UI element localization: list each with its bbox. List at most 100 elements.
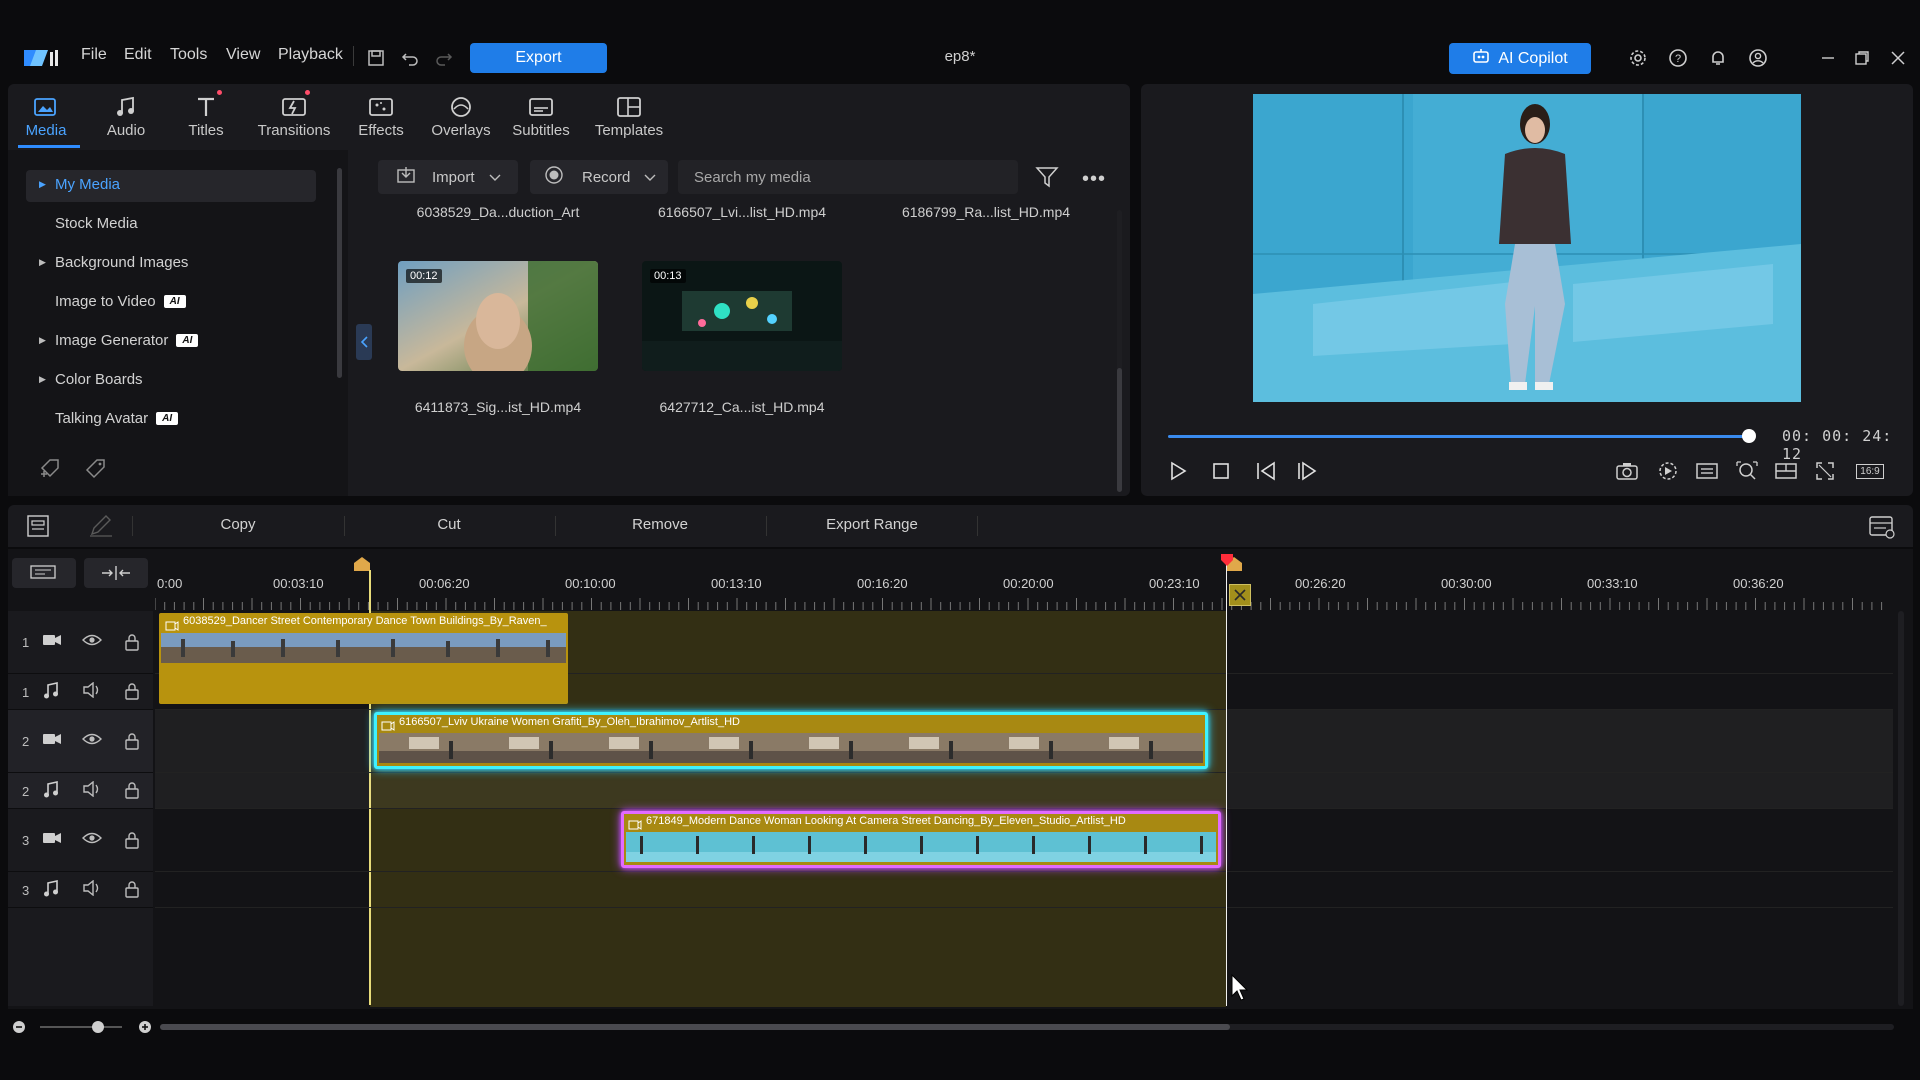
notification-bell-icon[interactable] xyxy=(1704,44,1732,72)
copy-button[interactable]: Copy xyxy=(178,516,298,533)
zoom-in-icon[interactable] xyxy=(138,1020,152,1039)
mute-speaker-icon[interactable] xyxy=(82,780,102,802)
lock-icon[interactable] xyxy=(124,781,140,804)
tab-titles[interactable]: Titles xyxy=(170,92,242,148)
undo-icon[interactable] xyxy=(396,44,424,72)
timeline-layout-icon[interactable] xyxy=(1868,513,1896,544)
menu-edit[interactable]: Edit xyxy=(124,46,152,64)
playback-progress-bar[interactable] xyxy=(1168,435,1750,438)
media-scrollbar-thumb[interactable] xyxy=(1117,368,1122,492)
tree-item-stock-media[interactable]: Stock Media xyxy=(55,215,138,232)
lane-audio-3[interactable] xyxy=(155,872,1893,908)
timeline-clip-video-1[interactable]: 6038529_Dancer Street Contemporary Dance… xyxy=(159,613,568,704)
timeline-ruler[interactable] xyxy=(155,598,1895,612)
ai-copilot-button[interactable]: AI Copilot xyxy=(1449,43,1591,74)
lock-icon[interactable] xyxy=(124,633,140,656)
settings-gear-icon[interactable] xyxy=(1624,44,1652,72)
lock-icon[interactable] xyxy=(124,682,140,705)
account-icon[interactable] xyxy=(1744,44,1772,72)
mute-speaker-icon[interactable] xyxy=(82,879,102,901)
timeline-settings-icon[interactable] xyxy=(26,514,50,543)
lock-icon[interactable] xyxy=(124,732,140,755)
visibility-eye-icon[interactable] xyxy=(82,633,102,652)
collapse-panel-button[interactable] xyxy=(356,324,372,360)
snapshot-camera-icon[interactable] xyxy=(1612,456,1642,486)
fit-timeline-button[interactable] xyxy=(84,558,148,588)
more-options-icon[interactable]: ••• xyxy=(1082,168,1106,191)
tree-item-image-generator[interactable]: ▶ Image Generator AI xyxy=(39,332,199,349)
lock-icon[interactable] xyxy=(124,880,140,903)
tab-audio[interactable]: Audio xyxy=(90,92,162,148)
redo-icon[interactable] xyxy=(430,44,458,72)
playhead-marker-icon[interactable] xyxy=(1220,553,1234,572)
visibility-eye-icon[interactable] xyxy=(82,831,102,850)
playback-quality-icon[interactable] xyxy=(1653,456,1683,486)
tag-icon[interactable] xyxy=(83,456,109,485)
zoom-out-icon[interactable] xyxy=(12,1020,26,1039)
video-preview[interactable] xyxy=(1253,94,1801,402)
tab-templates[interactable]: Templates xyxy=(591,92,667,148)
add-tag-icon[interactable] xyxy=(38,456,64,485)
stop-icon[interactable] xyxy=(1206,456,1236,486)
play-icon[interactable] xyxy=(1163,456,1193,486)
playhead-line[interactable] xyxy=(1226,564,1227,1006)
lock-icon[interactable] xyxy=(124,831,140,854)
search-input[interactable]: Search my media xyxy=(678,160,1018,194)
subtitle-toggle-icon[interactable] xyxy=(1692,456,1722,486)
menu-tools[interactable]: Tools xyxy=(170,46,207,64)
add-track-button[interactable] xyxy=(12,558,76,588)
tree-item-image-to-video[interactable]: Image to Video AI xyxy=(55,293,186,310)
record-button[interactable]: Record xyxy=(530,160,668,194)
close-icon[interactable] xyxy=(1884,44,1912,72)
zoom-slider-track[interactable] xyxy=(40,1026,122,1028)
layout-split-icon[interactable] xyxy=(1771,456,1801,486)
aspect-ratio-button[interactable]: 16:9 xyxy=(1852,456,1888,486)
cut-button[interactable]: Cut xyxy=(389,516,509,533)
lane-audio-2[interactable] xyxy=(155,773,1893,809)
media-item-name[interactable]: 6411873_Sig...ist_HD.mp4 xyxy=(398,399,598,415)
tab-transitions[interactable]: Transitions xyxy=(256,92,332,148)
tab-subtitles[interactable]: Subtitles xyxy=(505,92,577,148)
range-start-marker-icon[interactable] xyxy=(354,557,370,576)
filter-icon[interactable] xyxy=(1035,166,1059,193)
media-item-name[interactable]: 6166507_Lvi...list_HD.mp4 xyxy=(642,204,842,220)
tree-item-background-images[interactable]: ▶ Background Images xyxy=(39,254,188,271)
zoom-preview-icon[interactable] xyxy=(1732,456,1762,486)
next-frame-icon[interactable] xyxy=(1292,456,1322,486)
tree-scrollbar[interactable] xyxy=(337,168,342,378)
tab-effects[interactable]: Effects xyxy=(345,92,417,148)
export-range-button[interactable]: Export Range xyxy=(812,516,932,533)
zoom-slider-handle[interactable] xyxy=(92,1021,104,1033)
split-marker-icon[interactable] xyxy=(1229,584,1251,606)
menu-playback[interactable]: Playback xyxy=(278,46,343,64)
previous-frame-icon[interactable] xyxy=(1251,456,1281,486)
export-button[interactable]: Export xyxy=(470,43,607,73)
media-item-name[interactable]: 6427712_Ca...ist_HD.mp4 xyxy=(642,399,842,415)
menu-view[interactable]: View xyxy=(226,46,260,64)
remove-button[interactable]: Remove xyxy=(600,516,720,533)
timeline-clip-video-2[interactable]: 6166507_Lviv Ukraine Women Grafiti_By_Ol… xyxy=(374,712,1208,769)
media-item-name[interactable]: 6038529_Da...duction_Art xyxy=(398,204,598,220)
menu-file[interactable]: File xyxy=(81,46,107,64)
restore-icon[interactable] xyxy=(1848,44,1876,72)
timeline-vertical-scrollbar[interactable] xyxy=(1898,611,1904,1006)
media-thumbnail[interactable]: 00:12 xyxy=(398,261,598,371)
tree-item-talking-avatar[interactable]: Talking Avatar AI xyxy=(55,410,179,427)
fullscreen-icon[interactable] xyxy=(1810,456,1840,486)
tab-media[interactable]: Media xyxy=(10,92,82,148)
edit-pen-icon[interactable] xyxy=(88,514,114,543)
tree-item-color-boards[interactable]: ▶ Color Boards xyxy=(39,371,143,388)
timeline-horizontal-scrollbar-thumb[interactable] xyxy=(160,1024,1230,1030)
visibility-eye-icon[interactable] xyxy=(82,732,102,751)
media-thumbnail[interactable]: 00:13 xyxy=(642,261,842,371)
help-icon[interactable]: ? xyxy=(1664,44,1692,72)
import-button[interactable]: Import xyxy=(378,160,518,194)
mute-speaker-icon[interactable] xyxy=(82,681,102,703)
save-icon[interactable] xyxy=(362,44,390,72)
tree-item-my-media[interactable]: ▶ My Media xyxy=(39,176,120,193)
media-item-name[interactable]: 6186799_Ra...list_HD.mp4 xyxy=(886,204,1086,220)
minimize-icon[interactable] xyxy=(1814,44,1842,72)
timeline-clip-video-3[interactable]: 671849_Modern Dance Woman Looking At Cam… xyxy=(621,811,1221,868)
playback-scrub-handle[interactable] xyxy=(1742,429,1756,443)
tab-overlays[interactable]: Overlays xyxy=(425,92,497,148)
